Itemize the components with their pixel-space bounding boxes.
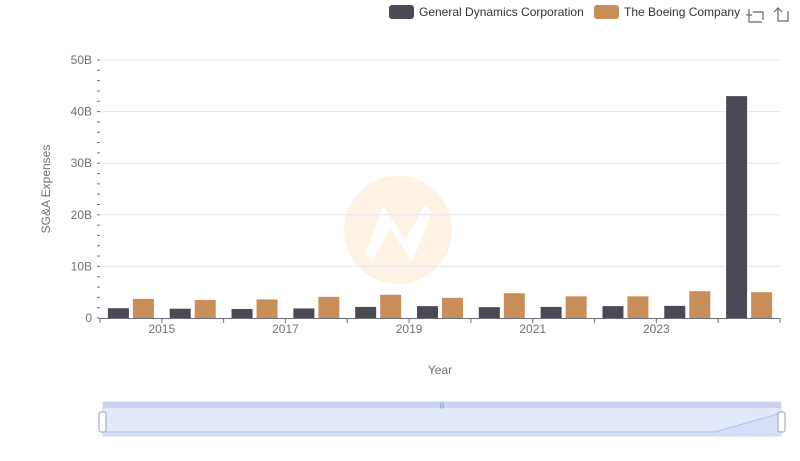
legend-item-boeing[interactable]: The Boeing Company [594,5,740,19]
slider-grip-icon: ||| [440,403,445,409]
x-tick-label: 2017 [272,322,299,336]
bar-boeing-2017[interactable] [318,296,340,318]
x-axis-labels: 2015 2017 2019 2021 2023 [148,322,670,336]
legend-swatch-boeing [594,5,619,19]
y-tick-label: 10B [71,259,92,273]
bar-general-dynamics-2015[interactable] [169,308,191,318]
x-axis-title: Year [428,363,452,377]
bar-boeing-2024[interactable] [751,292,773,318]
y-minor-ticks [97,59,100,319]
bar-general-dynamics-2017[interactable] [293,308,315,318]
bar-boeing-2019[interactable] [442,297,463,318]
slider-handle-left[interactable] [98,411,107,433]
bar-general-dynamics-2022[interactable] [602,306,624,318]
chart: 2015 2017 2019 2021 2023 0 10B 20B 30B 40B 50B SG… [39,5,789,437]
y-tick-label: 40B [71,105,92,119]
legend-item-general-dynamics[interactable]: General Dynamics Corporation [389,5,584,19]
bar-boeing-2015[interactable] [194,299,216,318]
bar-general-dynamics-2019[interactable] [417,306,438,318]
x-tick-label: 2023 [643,322,670,336]
bar-boeing-2020[interactable] [503,293,525,318]
watermark-logo [344,176,452,284]
y-tick-label: 30B [71,156,92,170]
x-tick-label: 2021 [519,322,546,336]
bar-boeing-2021[interactable] [565,296,587,318]
bar-boeing-2022[interactable] [627,296,649,318]
legend-label-boeing: The Boeing Company [624,5,740,19]
y-tick-label: 20B [71,208,92,222]
legend-swatch-general-dynamics [389,5,414,19]
y-axis-title: SG&A Expenses [39,145,53,234]
legend: General Dynamics Corporation The Boeing … [389,5,740,19]
bar-boeing-2016[interactable] [256,299,278,318]
bar-general-dynamics-2023[interactable] [664,305,686,318]
bar-boeing-2018[interactable] [380,294,402,318]
bar-general-dynamics-2021[interactable] [540,306,562,318]
x-tick-label: 2015 [148,322,175,336]
bar-general-dynamics-2016[interactable] [231,308,253,318]
zoom-icon[interactable] [746,9,764,23]
slider-handle-right[interactable] [777,411,786,433]
legend-label-general-dynamics: General Dynamics Corporation [419,5,584,19]
bar-boeing-2023[interactable] [689,291,711,318]
y-tick-label: 50B [71,53,92,67]
restore-icon[interactable] [773,7,789,22]
y-tick-label: 0 [85,311,92,325]
x-tick-label: 2019 [396,322,423,336]
y-axis-labels: 0 10B 20B 30B 40B 50B [71,53,93,325]
bar-general-dynamics-2014[interactable] [107,308,129,318]
data-zoom-slider[interactable]: ||| [98,401,786,437]
bar-general-dynamics-2018[interactable] [355,306,377,318]
bar-boeing-2014[interactable] [132,298,154,318]
bar-general-dynamics-2020[interactable] [478,307,500,318]
bar-general-dynamics-2024[interactable] [726,96,748,319]
